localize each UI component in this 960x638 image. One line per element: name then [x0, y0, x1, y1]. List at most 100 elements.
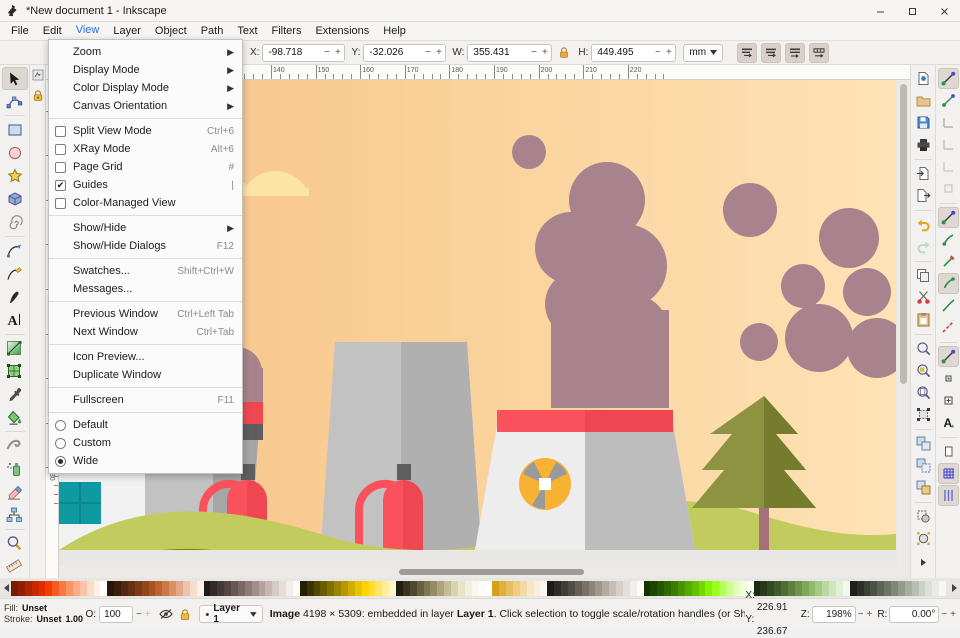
- palette-swatch[interactable]: [272, 580, 280, 596]
- palette-swatch[interactable]: [519, 580, 527, 596]
- view-menu-item-xray-mode[interactable]: XRay Mode Alt+6: [49, 140, 242, 158]
- palette-swatch[interactable]: [836, 580, 843, 596]
- undo-button[interactable]: [913, 214, 934, 235]
- palette-swatch[interactable]: [347, 580, 355, 596]
- height-stepper[interactable]: − +: [651, 47, 673, 58]
- palette-swatch[interactable]: [691, 580, 699, 596]
- palette-swatch[interactable]: [829, 580, 836, 596]
- dock-overflow-button[interactable]: [913, 552, 934, 573]
- bbox-snap-button[interactable]: [937, 346, 959, 367]
- menu-extensions[interactable]: Extensions: [308, 22, 376, 40]
- palette-swatch[interactable]: [320, 580, 328, 596]
- import-button[interactable]: [913, 163, 934, 184]
- rotation-plus[interactable]: +: [950, 609, 956, 620]
- view-menu-item-duplicate-window[interactable]: Duplicate Window: [49, 366, 242, 384]
- palette-swatch[interactable]: [602, 580, 610, 596]
- color-palette[interactable]: [0, 578, 960, 598]
- palette-swatch[interactable]: [657, 580, 665, 596]
- object-properties-button[interactable]: [938, 90, 959, 111]
- palette-swatch[interactable]: [24, 580, 32, 596]
- rotation-control[interactable]: R: 0.00° − +: [877, 605, 956, 623]
- palette-swatch[interactable]: [31, 580, 39, 596]
- menu-text[interactable]: Text: [230, 22, 264, 40]
- spiral-tool[interactable]: [2, 211, 28, 234]
- palette-swatches[interactable]: [11, 580, 949, 596]
- palette-swatch[interactable]: [540, 580, 548, 596]
- palette-swatch[interactable]: [891, 580, 898, 596]
- canvas-horizontal-scrollbar[interactable]: [59, 566, 897, 578]
- palette-swatch[interactable]: [299, 580, 307, 596]
- palette-swatch[interactable]: [17, 580, 25, 596]
- palette-swatch[interactable]: [306, 580, 314, 596]
- rotation-minus[interactable]: −: [941, 609, 947, 620]
- palette-swatch[interactable]: [389, 580, 396, 596]
- palette-swatch[interactable]: [492, 580, 500, 596]
- view-menu-item-canvas-orientation[interactable]: Canvas Orientation ▶: [49, 97, 242, 115]
- y-minus[interactable]: −: [423, 47, 432, 58]
- palette-swatch[interactable]: [155, 580, 163, 596]
- palette-swatch[interactable]: [856, 580, 864, 596]
- palette-swatch[interactable]: [114, 580, 121, 596]
- text-tool[interactable]: A: [2, 309, 28, 332]
- palette-swatch[interactable]: [210, 580, 218, 596]
- width-stepper[interactable]: − +: [527, 47, 549, 58]
- page-snap-button[interactable]: [938, 441, 959, 462]
- palette-swatch[interactable]: [244, 580, 252, 596]
- opacity-plus[interactable]: +: [145, 609, 151, 620]
- palette-swatch[interactable]: [423, 580, 431, 596]
- palette-swatch[interactable]: [224, 580, 231, 596]
- view-menu-item-guides[interactable]: Guides |: [49, 176, 242, 194]
- palette-swatch[interactable]: [478, 580, 486, 596]
- print-button[interactable]: [913, 134, 934, 155]
- palette-swatch[interactable]: [712, 580, 720, 596]
- palette-swatch[interactable]: [877, 580, 885, 596]
- view-menu-item-icon-preview[interactable]: Icon Preview...: [49, 348, 242, 366]
- bezier-tool[interactable]: [2, 239, 28, 262]
- midpoint-snap-button[interactable]: [938, 317, 959, 338]
- menu-view[interactable]: View: [68, 21, 107, 41]
- save-button[interactable]: [913, 112, 934, 133]
- palette-swatch[interactable]: [911, 580, 919, 596]
- palette-swatch[interactable]: [808, 580, 816, 596]
- menu-file[interactable]: File: [4, 22, 36, 40]
- opacity-value[interactable]: 100: [99, 605, 134, 623]
- palette-swatch[interactable]: [79, 580, 87, 596]
- dropper-tool[interactable]: [2, 383, 28, 406]
- palette-swatch[interactable]: [499, 580, 506, 596]
- palette-swatch[interactable]: [897, 580, 905, 596]
- palette-swatch[interactable]: [471, 580, 479, 596]
- y-plus[interactable]: +: [434, 47, 443, 58]
- guides-snap-button[interactable]: [937, 485, 959, 506]
- palette-swatch[interactable]: [127, 580, 135, 596]
- palette-swatch[interactable]: [451, 580, 458, 596]
- x-minus[interactable]: −: [322, 47, 331, 58]
- palette-swatch[interactable]: [918, 580, 926, 596]
- palette-swatch[interactable]: [643, 580, 651, 596]
- palette-swatch[interactable]: [581, 580, 589, 596]
- width-plus[interactable]: +: [540, 47, 549, 58]
- palette-swatch[interactable]: [368, 580, 376, 596]
- palette-swatch[interactable]: [430, 580, 438, 596]
- palette-swatch[interactable]: [341, 580, 348, 596]
- palette-swatch[interactable]: [107, 580, 115, 596]
- palette-swatch[interactable]: [677, 580, 685, 596]
- export-button[interactable]: [913, 185, 934, 206]
- star-tool[interactable]: [2, 165, 28, 188]
- object-center-snap-button[interactable]: [938, 390, 959, 411]
- palette-swatch[interactable]: [375, 580, 383, 596]
- view-menu-item-page-grid[interactable]: Page Grid #: [49, 158, 242, 176]
- palette-swatch[interactable]: [842, 580, 850, 596]
- palette-swatch[interactable]: [121, 580, 128, 596]
- palette-swatch[interactable]: [822, 580, 830, 596]
- paint-servers-button[interactable]: [938, 251, 959, 272]
- palette-swatch[interactable]: [884, 580, 891, 596]
- fill-stroke-dialog-button[interactable]: [937, 68, 959, 89]
- palette-swatch[interactable]: [334, 580, 341, 596]
- undo-history-button[interactable]: [938, 156, 959, 177]
- x-field[interactable]: − +: [262, 43, 346, 62]
- palette-swatch[interactable]: [554, 580, 561, 596]
- palette-swatch[interactable]: [203, 580, 211, 596]
- palette-swatch[interactable]: [196, 580, 204, 596]
- palette-swatch[interactable]: [801, 580, 809, 596]
- affect-rounded-corners-button[interactable]: [761, 42, 782, 63]
